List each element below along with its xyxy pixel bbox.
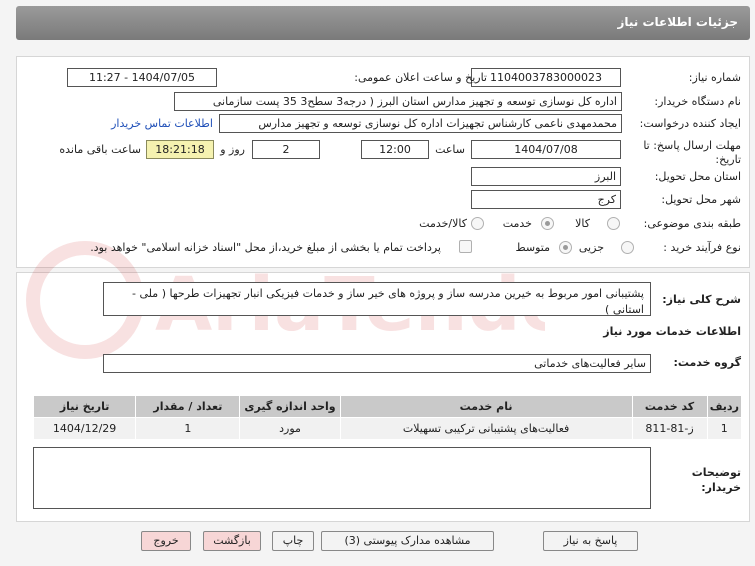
- purchase-type-label: نوع فرآیند خرید :: [663, 241, 741, 254]
- back-button[interactable]: بازگشت: [203, 531, 261, 551]
- buyer-notes-label-2: خریدار:: [701, 481, 741, 494]
- need-number-label: شماره نیاز:: [688, 71, 741, 84]
- cell-service-code: ز-81-811: [631, 417, 708, 440]
- deadline-time-field: 12:00: [361, 140, 429, 159]
- cell-row-number: 1: [706, 417, 743, 440]
- deadline-time-label: ساعت: [435, 143, 465, 156]
- table-row: 1 ز-81-811 فعالیت‌های پشتیبانی ترکیبی تس…: [32, 417, 743, 440]
- deadline-label-date: تاریخ:: [715, 153, 741, 166]
- days-label: روز و: [220, 143, 245, 156]
- table-header-row: ردیف کد خدمت نام خدمت واحد اندازه گیری ت…: [32, 395, 743, 418]
- purchase-medium-radio[interactable]: [559, 241, 572, 254]
- cell-unit: مورد: [239, 417, 341, 440]
- services-heading: اطلاعات خدمات مورد نیاز: [603, 325, 741, 338]
- exit-button[interactable]: خروج: [141, 531, 191, 551]
- col-service-name: نام خدمت: [339, 395, 633, 418]
- announce-datetime-field: 1404/07/05 - 11:27: [67, 68, 217, 87]
- province-field: البرز: [471, 167, 621, 186]
- buyer-org-label: نام دستگاه خریدار:: [654, 95, 741, 108]
- treasury-payment-checkbox[interactable]: [459, 240, 472, 253]
- creator-field: محمدمهدی ناعمی کارشناس تجهیزات اداره کل …: [219, 114, 622, 133]
- cell-quantity: 1: [135, 417, 241, 440]
- summary-textarea[interactable]: پشتیبانی امور مربوط به خیرین مدرسه ساز و…: [103, 282, 651, 316]
- deadline-date-field: 1404/07/08: [471, 140, 621, 159]
- announce-label: تاریخ و ساعت اعلان عمومی:: [354, 71, 487, 84]
- city-label: شهر محل تحویل:: [661, 193, 741, 206]
- buyer-notes-label: توضیحات: [691, 466, 741, 479]
- category-goods-service-label: کالا/خدمت: [419, 217, 467, 230]
- category-goods-label: کالا: [575, 217, 590, 230]
- attachments-button[interactable]: مشاهده مدارک پیوستی (3): [321, 531, 494, 551]
- purchase-medium-label: متوسط: [515, 241, 550, 254]
- cell-need-date: 1404/12/29: [32, 417, 137, 440]
- col-quantity: تعداد / مقدار: [135, 395, 241, 418]
- print-button[interactable]: چاپ: [272, 531, 314, 551]
- buyer-notes-textarea[interactable]: [33, 447, 651, 509]
- category-goods-service-radio[interactable]: [471, 217, 484, 230]
- cell-service-name: فعالیت‌های پشتیبانی ترکیبی تسهیلات: [339, 417, 633, 440]
- purchase-minor-radio[interactable]: [621, 241, 634, 254]
- buyer-org-field: اداره کل نوسازی توسعه و تجهیز مدارس استا…: [174, 92, 622, 111]
- days-remaining-field: 2: [252, 140, 320, 159]
- col-row-number: ردیف: [706, 395, 743, 418]
- page-title: جزئیات اطلاعات نیاز: [617, 15, 738, 29]
- services-table: ردیف کد خدمت نام خدمت واحد اندازه گیری ت…: [32, 395, 743, 440]
- col-service-code: کد خدمت: [631, 395, 708, 418]
- contact-info-link[interactable]: اطلاعات تماس خریدار: [111, 117, 213, 130]
- col-unit: واحد اندازه گیری: [239, 395, 341, 418]
- category-goods-radio[interactable]: [607, 217, 620, 230]
- payment-note: پرداخت تمام یا بخشی از مبلغ خرید،از محل …: [90, 241, 441, 254]
- service-group-field: سایر فعالیت‌های خدماتی: [103, 354, 651, 373]
- need-number-field: 1104003783000023: [471, 68, 621, 87]
- reply-button[interactable]: پاسخ به نیاز: [543, 531, 638, 551]
- col-need-date: تاریخ نیاز: [32, 395, 137, 418]
- province-label: استان محل تحویل:: [654, 170, 741, 183]
- category-service-label: خدمت: [502, 217, 532, 230]
- city-field: کرج: [471, 190, 621, 209]
- header-bar: جزئیات اطلاعات نیاز: [16, 6, 750, 40]
- remaining-time-field: 18:21:18: [146, 140, 214, 159]
- category-label: طبقه بندی موضوعی:: [643, 217, 741, 230]
- deadline-label: مهلت ارسال پاسخ: تا: [643, 139, 741, 152]
- creator-label: ایجاد کننده درخواست:: [639, 117, 741, 130]
- category-service-radio[interactable]: [541, 217, 554, 230]
- request-info-panel: [16, 56, 750, 268]
- summary-label: شرح کلی نیاز:: [662, 293, 741, 306]
- purchase-minor-label: جزیی: [578, 241, 604, 254]
- remaining-time-label: ساعت باقی مانده: [59, 143, 141, 156]
- service-group-label: گروه خدمت:: [673, 356, 741, 369]
